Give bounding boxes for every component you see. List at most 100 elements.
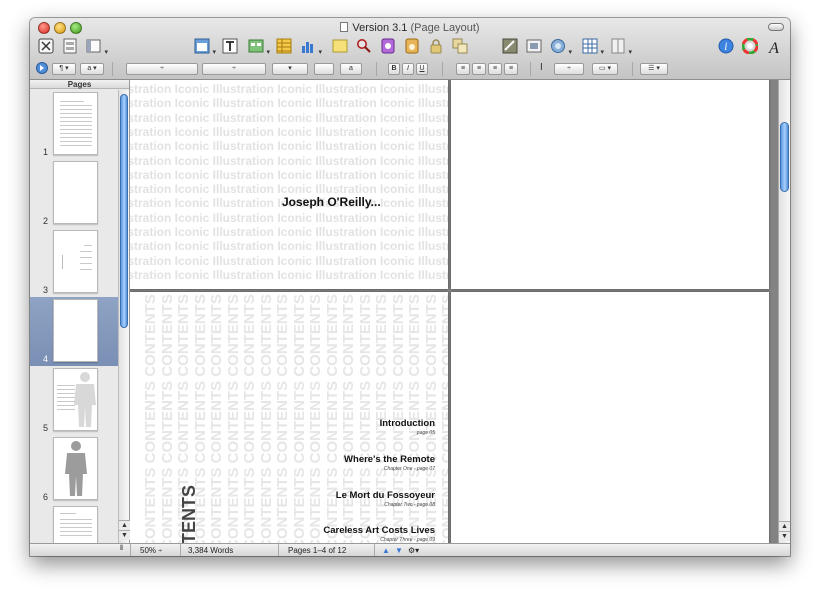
toc-title: Le Mort du Fossoyeur bbox=[335, 490, 435, 501]
comment-button[interactable] bbox=[332, 38, 348, 54]
background-contents-column: CONTENTS CONTENTS CONTENTS CONTENTS CONT… bbox=[142, 292, 159, 543]
font-family-popup[interactable]: ÷ bbox=[126, 63, 198, 75]
lock-button[interactable] bbox=[428, 38, 444, 54]
group-button[interactable] bbox=[452, 38, 468, 54]
underline-button[interactable]: U bbox=[416, 63, 428, 75]
scroll-up-button[interactable]: ▲ bbox=[119, 520, 130, 530]
page-2[interactable]: Illustration Iconic Illustration Iconic … bbox=[130, 80, 448, 289]
page-thumbnail-5[interactable]: 5 bbox=[30, 366, 118, 435]
text-color-well[interactable] bbox=[314, 63, 334, 75]
chart-button[interactable]: ▾ bbox=[300, 38, 322, 56]
toc-entry[interactable]: Careless Art Costs Lives Chapter Three -… bbox=[323, 525, 435, 543]
shapes-icon bbox=[248, 39, 264, 53]
document-canvas: Illustration Iconic Illustration Iconic … bbox=[130, 80, 778, 543]
page-3[interactable] bbox=[451, 80, 769, 289]
toc-entry[interactable]: Where's the Remote Chapter One - page 07 bbox=[344, 454, 435, 472]
gear-icon[interactable]: ⚙▾ bbox=[408, 546, 419, 555]
adjust-button[interactable] bbox=[404, 38, 420, 54]
divider bbox=[530, 62, 531, 76]
align-left-button[interactable]: ≡ bbox=[456, 63, 470, 75]
scroll-down-button[interactable]: ▼ bbox=[119, 530, 130, 540]
lock-icon bbox=[430, 39, 442, 54]
window-title: Version 3.1 (Page Layout) bbox=[30, 22, 790, 34]
font-size-field[interactable]: a bbox=[340, 63, 362, 75]
page-thumbnail-3[interactable]: 3 bbox=[30, 228, 118, 297]
page-preview bbox=[53, 230, 98, 293]
background-contents-column: CONTENTS CONTENTS CONTENTS CONTENTS CONT… bbox=[274, 292, 291, 543]
text-box-button[interactable]: ▾ bbox=[194, 38, 216, 56]
page-thumbnail-4[interactable]: 4 bbox=[30, 297, 118, 366]
insert-text-button[interactable] bbox=[222, 38, 238, 54]
background-pattern-line: Illustration Iconic Illustration Iconic … bbox=[130, 139, 448, 154]
grid-button[interactable]: ▾ bbox=[582, 38, 604, 56]
page-thumbnail-6[interactable]: 6 bbox=[30, 435, 118, 504]
colors-button[interactable] bbox=[742, 38, 758, 54]
font-typeface-popup[interactable]: ÷ bbox=[202, 63, 266, 75]
chevron-down-icon: ▾ bbox=[568, 49, 572, 56]
list-style-popup[interactable]: ☰ ▾ bbox=[640, 63, 668, 75]
line-spacing-popup[interactable]: ÷ bbox=[554, 63, 584, 75]
search-button[interactable] bbox=[356, 38, 372, 54]
character-style-popup[interactable]: a ▾ bbox=[80, 63, 104, 75]
chevron-down-icon: ▾ bbox=[104, 49, 108, 56]
document-scrollbar[interactable]: ▲ ▼ bbox=[778, 80, 790, 543]
document-scroll-thumb[interactable] bbox=[780, 122, 789, 192]
background-pattern-line: Illustration Iconic Illustration Iconic … bbox=[130, 253, 448, 268]
toolbar-toggle-button[interactable] bbox=[768, 23, 784, 31]
figure-silhouette-icon bbox=[65, 441, 87, 496]
mask-button[interactable] bbox=[502, 38, 518, 54]
page-thumbnail-2[interactable]: 2 bbox=[30, 159, 118, 228]
mask-icon bbox=[502, 38, 518, 54]
bold-button[interactable]: B bbox=[388, 63, 400, 75]
next-page-button[interactable]: ▼ bbox=[395, 546, 403, 555]
previous-page-button[interactable]: ▲ bbox=[382, 546, 390, 555]
inspector-layout-icon bbox=[86, 39, 101, 53]
table-button[interactable] bbox=[276, 38, 292, 54]
page-5[interactable] bbox=[451, 292, 769, 543]
columns-button[interactable]: ▾ bbox=[610, 38, 632, 56]
page-number: 4 bbox=[43, 354, 49, 364]
view-button[interactable] bbox=[38, 38, 54, 54]
colors-icon bbox=[742, 38, 758, 54]
text-icon bbox=[222, 38, 238, 54]
title-bar: Version 3.1 (Page Layout) ▾ ▾ ▾ ▾ ▾ ▾ ▾ … bbox=[30, 18, 790, 80]
font-size-popup[interactable]: ▾ bbox=[272, 63, 308, 75]
toc-entry[interactable]: Introduction page 05 bbox=[380, 418, 435, 436]
background-pattern-line: Illustration Iconic Illustration Iconic … bbox=[130, 82, 448, 96]
sections-button[interactable] bbox=[62, 38, 78, 54]
svg-text:A: A bbox=[768, 40, 779, 54]
sidebar-scrollbar[interactable]: ▲ ▼ bbox=[118, 90, 130, 543]
window-title-text: Version 3.1 bbox=[352, 22, 408, 34]
page-4[interactable]: CONTENTS CONTENTS CONTENTS CONTENTS CONT… bbox=[130, 292, 448, 543]
chevron-down-icon: ▾ bbox=[266, 49, 270, 56]
scroll-up-button[interactable]: ▲ bbox=[779, 521, 790, 531]
align-right-button[interactable]: ≡ bbox=[488, 63, 502, 75]
front-button[interactable] bbox=[526, 38, 542, 54]
sidebar-scroll-thumb[interactable] bbox=[120, 94, 128, 328]
wrap-icon bbox=[551, 39, 565, 53]
layout-button[interactable]: ▾ bbox=[86, 38, 108, 56]
page-thumbnail-1[interactable]: 1 bbox=[30, 90, 118, 159]
search-icon bbox=[357, 39, 371, 53]
align-justify-button[interactable]: ≡ bbox=[504, 63, 518, 75]
sections-icon bbox=[63, 38, 77, 54]
scroll-down-button[interactable]: ▼ bbox=[779, 531, 790, 541]
media-button[interactable] bbox=[380, 38, 396, 54]
fonts-button[interactable]: A bbox=[766, 38, 782, 54]
background-pattern-line: Illustration Iconic Illustration Iconic … bbox=[130, 167, 448, 182]
styles-drawer-icon[interactable] bbox=[36, 62, 48, 74]
zoom-popup[interactable]: 50% ÷ bbox=[140, 546, 162, 555]
resize-grip[interactable]: ⦀ bbox=[120, 545, 123, 553]
inspector-button[interactable]: i bbox=[718, 38, 734, 54]
paragraph-style-popup[interactable]: ¶ ▾ bbox=[52, 63, 76, 75]
wrap-button[interactable]: ▾ bbox=[550, 38, 572, 56]
background-pattern-line: Illustration Iconic Illustration Iconic … bbox=[130, 267, 448, 282]
chevron-down-icon: ▾ bbox=[318, 49, 322, 56]
shapes-button[interactable]: ▾ bbox=[248, 38, 270, 56]
background-pattern-line: Illustration Iconic Illustration Iconic … bbox=[130, 239, 448, 254]
toc-entry[interactable]: Le Mort du Fossoyeur Chapter Two - page … bbox=[336, 490, 435, 508]
columns-popup[interactable]: ▭ ▾ bbox=[592, 63, 618, 75]
italic-button[interactable]: I bbox=[402, 63, 414, 75]
page-preview bbox=[53, 161, 98, 224]
align-center-button[interactable]: ≡ bbox=[472, 63, 486, 75]
